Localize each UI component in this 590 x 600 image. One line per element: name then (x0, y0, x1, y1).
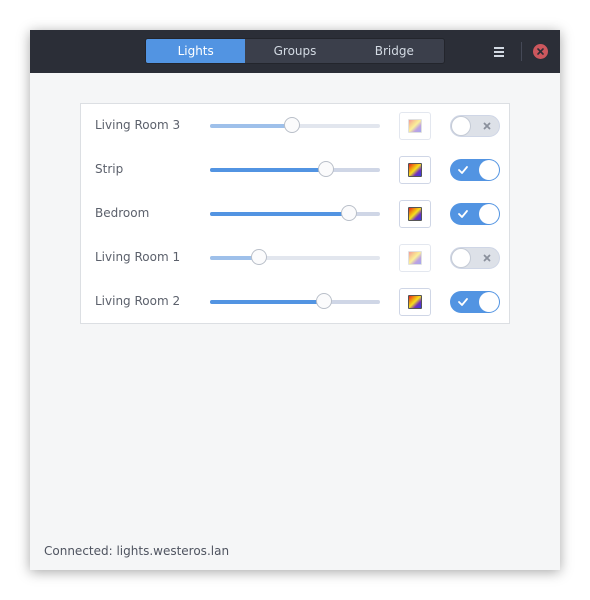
header-separator (521, 42, 522, 61)
lights-list: Living Room 3 Strip Bedroom Living Room … (80, 103, 510, 324)
switch-thumb (479, 204, 499, 224)
switch-thumb (479, 160, 499, 180)
light-name: Strip (95, 162, 124, 176)
brightness-slider[interactable] (210, 293, 380, 309)
header-bar: Lights Groups Bridge (30, 30, 560, 73)
light-name: Living Room 1 (95, 250, 181, 264)
slider-handle[interactable] (251, 249, 267, 265)
hamburger-menu-icon[interactable] (489, 43, 509, 61)
slider-handle[interactable] (341, 205, 357, 221)
color-swatch-icon (408, 251, 422, 265)
color-picker-button[interactable] (399, 112, 431, 140)
light-name: Living Room 2 (95, 294, 181, 308)
switch-state-icon (458, 210, 468, 218)
switch-thumb (451, 116, 471, 136)
switch-state-icon (483, 122, 491, 130)
brightness-slider[interactable] (210, 249, 380, 265)
brightness-fill (210, 212, 349, 216)
light-name: Bedroom (95, 206, 150, 220)
color-swatch-icon (408, 119, 422, 133)
view-switcher: Lights Groups Bridge (145, 38, 445, 64)
switch-state-icon (483, 254, 491, 262)
color-picker-button[interactable] (399, 288, 431, 316)
tab-groups[interactable]: Groups (245, 39, 344, 63)
color-picker-button[interactable] (399, 200, 431, 228)
color-swatch-icon (408, 207, 422, 221)
brightness-slider[interactable] (210, 117, 380, 133)
brightness-slider[interactable] (210, 161, 380, 177)
tab-lights[interactable]: Lights (146, 39, 246, 63)
light-row-living-room-3: Living Room 3 (81, 104, 509, 148)
power-switch[interactable] (450, 115, 500, 137)
brightness-slider[interactable] (210, 205, 380, 221)
brightness-fill (210, 300, 324, 304)
color-swatch-icon (408, 163, 422, 177)
switch-state-icon (458, 298, 468, 306)
app-window: Lights Groups Bridge Living Room 3 Strip… (30, 30, 560, 570)
switch-thumb (479, 292, 499, 312)
slider-handle[interactable] (318, 161, 334, 177)
light-row-strip: Strip (81, 148, 509, 192)
close-icon[interactable] (533, 44, 548, 59)
light-row-bedroom: Bedroom (81, 192, 509, 236)
switch-state-icon (458, 166, 468, 174)
power-switch[interactable] (450, 291, 500, 313)
power-switch[interactable] (450, 159, 500, 181)
brightness-fill (210, 168, 326, 172)
brightness-fill (210, 124, 292, 128)
tab-bridge[interactable]: Bridge (345, 39, 444, 63)
light-row-living-room-2: Living Room 2 (81, 280, 509, 324)
color-swatch-icon (408, 295, 422, 309)
color-picker-button[interactable] (399, 156, 431, 184)
light-row-living-room-1: Living Room 1 (81, 236, 509, 280)
power-switch[interactable] (450, 203, 500, 225)
slider-handle[interactable] (284, 117, 300, 133)
slider-handle[interactable] (316, 293, 332, 309)
power-switch[interactable] (450, 247, 500, 269)
connection-status: Connected: lights.westeros.lan (44, 544, 230, 558)
switch-thumb (451, 248, 471, 268)
color-picker-button[interactable] (399, 244, 431, 272)
light-name: Living Room 3 (95, 118, 181, 132)
